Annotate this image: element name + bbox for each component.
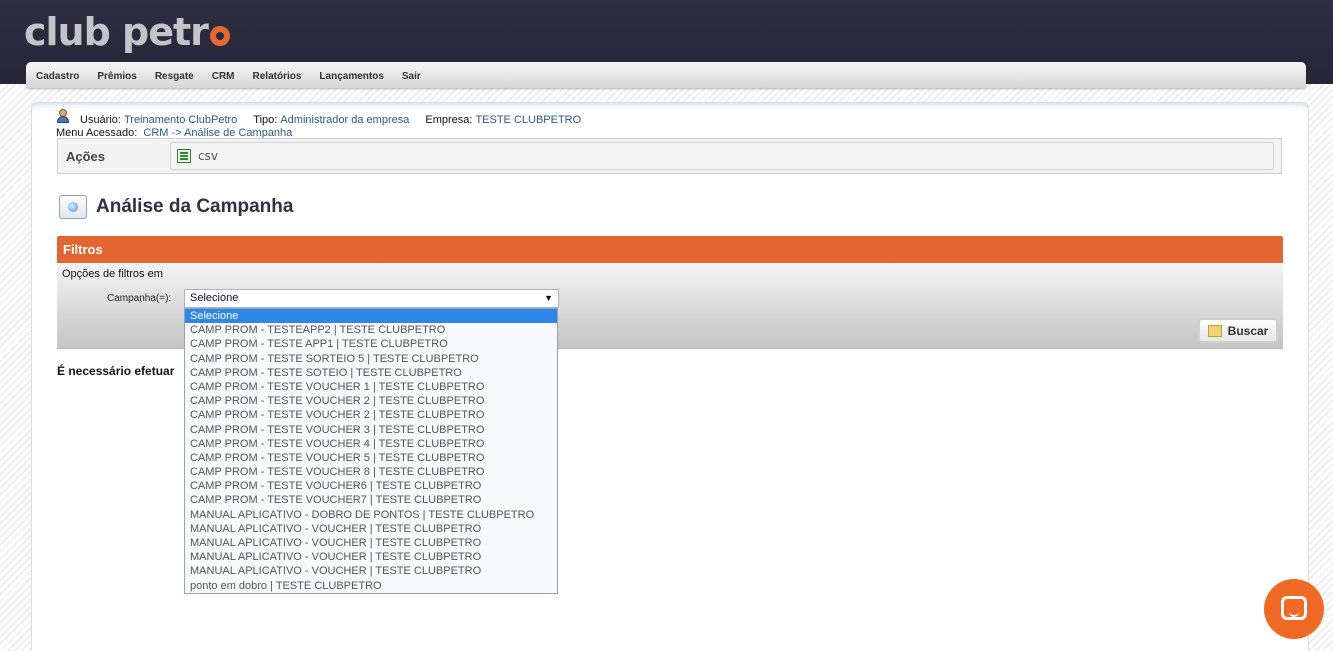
dropdown-option[interactable]: MANUAL APLICATIVO - VOUCHER | TESTE CLUB… <box>185 522 557 536</box>
folder-search-icon <box>1207 324 1222 337</box>
dropdown-option[interactable]: CAMP PROM - TESTE VOUCHER7 | TESTE CLUBP… <box>185 493 557 507</box>
dropdown-option[interactable]: CAMP PROM - TESTE VOUCHER 3 | TESTE CLUB… <box>185 423 557 437</box>
dropdown-option[interactable]: Selecione <box>185 309 557 324</box>
campanha-select[interactable]: Selecione ▼ <box>184 289 559 308</box>
empresa-value: TESTE CLUBPETRO <box>475 114 582 126</box>
menu-item-crm[interactable]: CRM <box>212 62 235 92</box>
dropdown-option[interactable]: CAMP PROM - TESTEAPP2 | TESTE CLUBPETRO <box>185 323 557 337</box>
dropdown-option[interactable]: MANUAL APLICATIVO - VOUCHER | TESTE CLUB… <box>185 550 557 564</box>
chat-button[interactable] <box>1264 579 1324 639</box>
campanha-dropdown-list: Selecione CAMP PROM - TESTEAPP2 | TESTE C… <box>184 308 558 594</box>
dropdown-option[interactable]: CAMP PROM - TESTE APP1 | TESTE CLUBPETRO <box>185 337 557 351</box>
main-menu-bar: Cadastro Prêmios Resgate CRM Relatórios … <box>26 62 1306 88</box>
menu-item-cadastro[interactable]: Cadastro <box>36 62 79 92</box>
warning-message: É necessário efetuar <box>57 364 175 378</box>
spreadsheet-icon[interactable] <box>177 149 191 163</box>
dropdown-option[interactable]: CAMP PROM - TESTE VOUCHER6 | TESTE CLUBP… <box>185 479 557 493</box>
actions-box: csv <box>170 142 1274 170</box>
dropdown-option[interactable]: CAMP PROM - TESTE VOUCHER 8 | TESTE CLUB… <box>185 465 557 479</box>
drop-logo-icon <box>209 26 230 46</box>
user-icon <box>56 109 70 125</box>
logo[interactable]: club petr <box>24 10 230 54</box>
csv-export-link[interactable]: csv <box>198 149 218 163</box>
menu-item-sair[interactable]: Sair <box>402 62 421 92</box>
campanha-label: Campanha(=): <box>107 293 172 304</box>
menu-item-resgate[interactable]: Resgate <box>155 62 194 92</box>
dropdown-option[interactable]: CAMP PROM - TESTE VOUCHER 1 | TESTE CLUB… <box>185 380 557 394</box>
dropdown-option[interactable]: MANUAL APLICATIVO - VOUCHER | TESTE CLUB… <box>185 564 557 578</box>
dropdown-option[interactable]: CAMP PROM - TESTE VOUCHER 4 | TESTE CLUB… <box>185 437 557 451</box>
dropdown-option[interactable]: ponto em dobro | TESTE CLUBPETRO <box>185 579 557 593</box>
page-title: Análise da Campanha <box>96 196 294 217</box>
buscar-label: Buscar <box>1227 323 1269 338</box>
menu-item-relatorios[interactable]: Relatórios <box>253 62 302 92</box>
logo-text: club petr <box>24 10 209 54</box>
dropdown-option[interactable]: CAMP PROM - TESTE VOUCHER 2 | TESTE CLUB… <box>185 408 557 422</box>
menu-item-lancamentos[interactable]: Lançamentos <box>319 62 383 92</box>
filters-header: Filtros <box>57 236 1283 263</box>
campanha-select-value: Selecione <box>190 292 239 304</box>
tipo-label: Tipo: <box>253 114 278 126</box>
dropdown-option[interactable]: MANUAL APLICATIVO - DOBRO DE PONTOS | TE… <box>185 508 557 522</box>
empresa-label: Empresa: <box>425 114 473 126</box>
dropdown-option[interactable]: MANUAL APLICATIVO - VOUCHER | TESTE CLUB… <box>185 536 557 550</box>
usuario-value: Treinamento ClubPetro <box>123 114 238 126</box>
user-info: Usuário: Treinamento ClubPetro Tipo: Adm… <box>56 109 597 139</box>
buscar-button[interactable]: Buscar <box>1198 318 1278 343</box>
usuario-label: Usuário: <box>80 114 121 126</box>
menu-item-premios[interactable]: Prêmios <box>97 62 136 92</box>
globe-window-icon <box>59 195 87 219</box>
dropdown-option[interactable]: CAMP PROM - TESTE VOUCHER 2 | TESTE CLUB… <box>185 394 557 408</box>
dropdown-option[interactable]: CAMP PROM - TESTE VOUCHER 5 | TESTE CLUB… <box>185 451 557 465</box>
dropdown-option[interactable]: CAMP PROM - TESTE SOTEIO | TESTE CLUBPET… <box>185 366 557 380</box>
filter-options-label: Opções de filtros em <box>62 268 163 280</box>
actions-label: Ações <box>66 149 106 164</box>
actions-bar: Ações csv <box>57 138 1282 174</box>
dropdown-arrow-icon: ▼ <box>544 293 553 303</box>
tipo-value: Administrador da empresa <box>280 114 410 126</box>
chat-bubble-icon <box>1281 596 1307 620</box>
dropdown-option[interactable]: CAMP PROM - TESTE SORTEIO 5 | TESTE CLUB… <box>185 352 557 366</box>
page-title-area: Análise da Campanha <box>59 195 293 219</box>
